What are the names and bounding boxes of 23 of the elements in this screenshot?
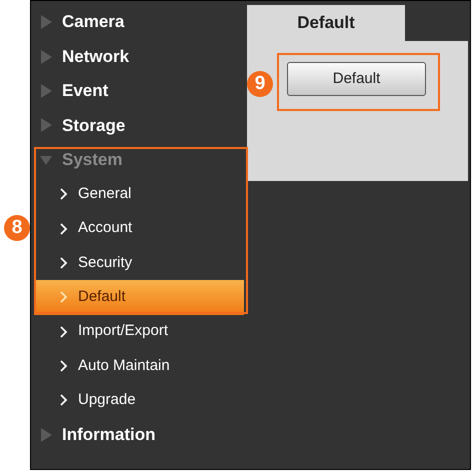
menu-item[interactable]: Storage [31, 108, 247, 143]
submenu-item[interactable]: Default [34, 280, 244, 315]
chevron-right-icon [60, 222, 68, 235]
chevron-right-icon [60, 188, 68, 200]
callout-badge: 8 [4, 215, 30, 241]
submenu-item[interactable]: Security [34, 246, 244, 280]
tab[interactable]: Default [247, 5, 405, 41]
menu-item[interactable]: Network [31, 39, 247, 74]
default-button[interactable]: Default [287, 62, 426, 96]
chevron-right-icon [60, 256, 68, 269]
submenu-item[interactable]: Upgrade [34, 383, 244, 418]
menu-item[interactable]: Camera [31, 5, 247, 40]
menu-item[interactable]: Information [31, 418, 247, 452]
chevron-right-icon [60, 326, 68, 338]
chevron-right-icon [60, 291, 68, 304]
chevron-right-icon [60, 394, 68, 406]
submenu-item[interactable]: Account [34, 211, 244, 246]
menu-item[interactable]: System [31, 142, 247, 177]
submenu-item[interactable]: Import/Export [34, 314, 244, 349]
submenu-item[interactable]: Auto Maintain [34, 348, 244, 384]
submenu-item[interactable]: General [34, 176, 244, 212]
chevron-right-icon [60, 360, 68, 372]
menu-item[interactable]: Event [31, 74, 247, 108]
